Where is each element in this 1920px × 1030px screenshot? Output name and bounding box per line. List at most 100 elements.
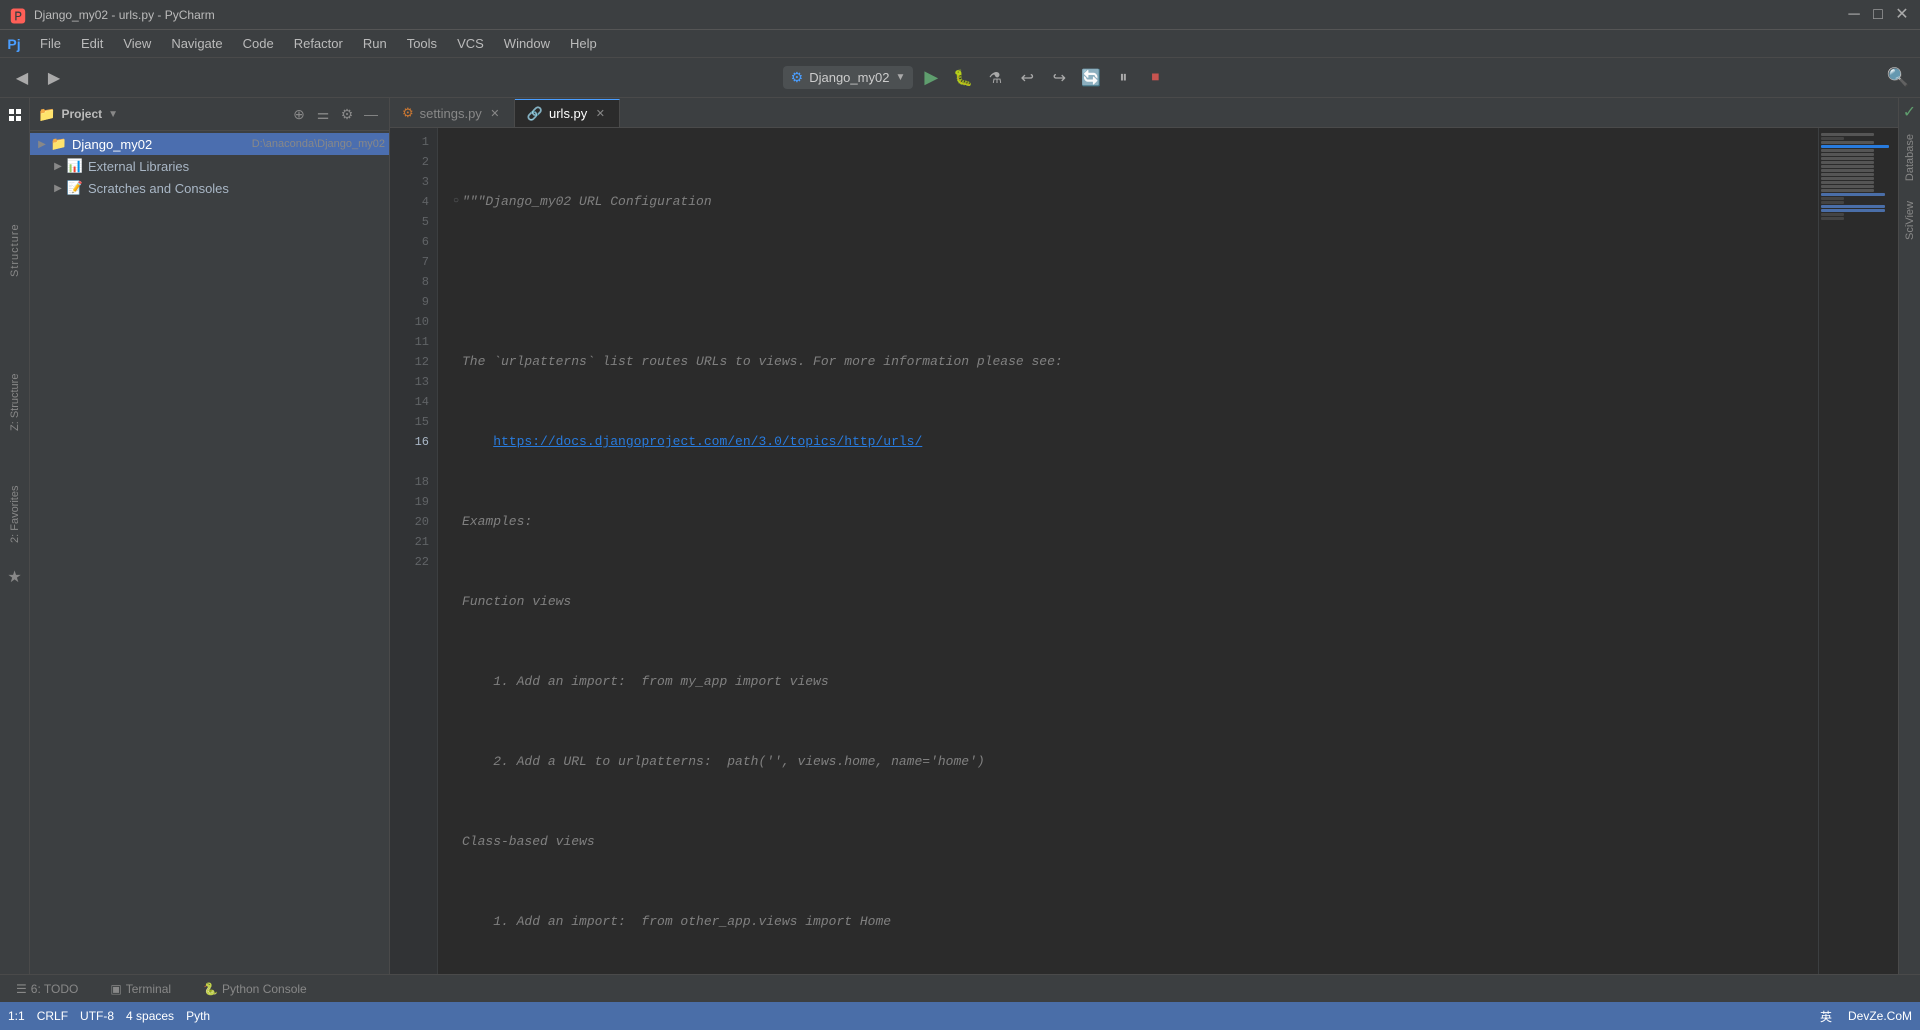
tree-label-django: Django_my02 (72, 137, 246, 152)
line-num-7: 7 (390, 252, 429, 272)
minimize-button[interactable]: ─ (1846, 7, 1862, 23)
run-button[interactable]: ▶ (917, 64, 945, 92)
debug-button[interactable]: 🐛 (949, 64, 977, 92)
tree-item-external-libs[interactable]: ▶ 📊 External Libraries (30, 155, 389, 177)
close-button[interactable]: ✕ (1894, 7, 1910, 23)
line-num-3: 3 (390, 172, 429, 192)
code-line-2 (450, 272, 1818, 292)
favorites-star-icon[interactable]: ★ (2, 564, 28, 590)
search-everywhere-button[interactable]: 🔍 (1884, 64, 1912, 92)
fold-gutter-1[interactable]: ○ (450, 192, 462, 212)
sidebar-locate-button[interactable]: ⊕ (289, 104, 309, 124)
menu-file[interactable]: File (30, 32, 71, 55)
folder-icon: 📁 (50, 135, 68, 153)
menu-window[interactable]: Window (494, 32, 560, 55)
code-line-10: 1. Add an import: from other_app.views i… (450, 912, 1818, 932)
menubar: Pj File Edit View Navigate Code Refactor… (0, 30, 1920, 58)
maximize-button[interactable]: □ (1870, 7, 1886, 23)
tab-bar: ⚙ settings.py ✕ 🔗 urls.py ✕ (390, 98, 1898, 128)
tab-settings-py[interactable]: ⚙ settings.py ✕ (390, 99, 515, 127)
run-config-arrow: ▼ (895, 72, 905, 83)
library-icon: 📊 (66, 157, 84, 175)
status-lang-icon[interactable]: 英 (1820, 1008, 1832, 1025)
menu-navigate[interactable]: Navigate (161, 32, 232, 55)
line-num-10: 10 (390, 312, 429, 332)
main-layout: Structure Z: Structure 2: Favorites ★ 📁 … (0, 98, 1920, 1002)
line-num-20: 20 (390, 512, 429, 532)
tab-close-settings[interactable]: ✕ (488, 106, 502, 120)
status-line-ending[interactable]: CRLF (37, 1009, 68, 1023)
bottom-tab-todo[interactable]: ☰ 6: TODO (8, 976, 86, 1002)
run-config-dropdown[interactable]: ⚙ Django_my02 ▼ (783, 66, 914, 89)
right-tab-sciview[interactable]: SciView (1902, 193, 1918, 248)
sidebar: 📁 Project ▼ ⊕ ⚌ ⚙ — ▶ 📁 Django_my02 D:\a… (30, 98, 390, 1002)
code-line-5: Examples: (450, 512, 1818, 532)
sidebar-collapse-button[interactable]: ⚌ (313, 104, 333, 124)
python-console-label: Python Console (222, 982, 307, 996)
menu-view[interactable]: View (113, 32, 161, 55)
code-line-7: 1. Add an import: from my_app import vie… (450, 672, 1818, 692)
window-title: Django_my02 - urls.py - PyCharm (34, 8, 215, 22)
app-logo: Pj (4, 34, 24, 54)
status-encoding[interactable]: UTF-8 (80, 1009, 114, 1023)
todo-label: 6: TODO (31, 982, 79, 996)
terminal-icon: ▣ (110, 982, 121, 996)
forward-button[interactable]: ↪ (1045, 64, 1073, 92)
line-num-21: 21 (390, 532, 429, 552)
run-with-coverage-button[interactable]: ⚗ (981, 64, 1009, 92)
menu-help[interactable]: Help (560, 32, 607, 55)
urls-file-icon: 🔗 (527, 106, 543, 122)
tab-urls-py[interactable]: 🔗 urls.py ✕ (515, 99, 620, 127)
toolbar-btn-1[interactable]: ◀ (8, 64, 36, 92)
settings-file-icon: ⚙ (402, 105, 414, 121)
sidebar-actions: ⊕ ⚌ ⚙ — (289, 104, 381, 124)
activity-2[interactable]: Z: Structure (4, 372, 26, 432)
line-num-16: 16 (390, 432, 429, 452)
tree-label-ext: External Libraries (88, 159, 385, 174)
stop-button[interactable]: ⏹ (1141, 64, 1169, 92)
activity-structure[interactable]: Structure (4, 210, 26, 290)
pause-button[interactable]: ⏸ (1109, 64, 1137, 92)
code-editor[interactable]: 1 2 3 4 5 6 7 8 9 10 11 12 13 14 15 16 1… (390, 128, 1898, 1002)
menu-edit[interactable]: Edit (71, 32, 113, 55)
activity-favorites[interactable]: 2: Favorites (4, 474, 26, 554)
code-line-9: Class-based views (450, 832, 1818, 852)
bottom-toolbar: ☰ 6: TODO ▣ Terminal 🐍 Python Console (0, 974, 1920, 1002)
menu-tools[interactable]: Tools (397, 32, 447, 55)
status-left: 1:1 CRLF UTF-8 4 spaces Pyth (8, 1009, 210, 1023)
toolbar-btn-2[interactable]: ▶ (40, 64, 68, 92)
titlebar: 🅿 Django_my02 - urls.py - PyCharm ─ □ ✕ (0, 0, 1920, 30)
status-position[interactable]: 1:1 (8, 1009, 25, 1023)
menu-code[interactable]: Code (233, 32, 284, 55)
tree-item-django-my02[interactable]: ▶ 📁 Django_my02 D:\anaconda\Django_my02 (30, 133, 389, 155)
menu-refactor[interactable]: Refactor (284, 32, 353, 55)
sidebar-header: 📁 Project ▼ ⊕ ⚌ ⚙ — (30, 98, 389, 131)
python-console-icon: 🐍 (203, 982, 218, 996)
line-num-1: 1 (390, 132, 429, 152)
sidebar-settings-button[interactable]: ⚙ (337, 104, 357, 124)
menu-vcs[interactable]: VCS (447, 32, 494, 55)
activity-project[interactable] (2, 102, 28, 128)
scratch-icon: 📝 (66, 179, 84, 197)
terminal-label: Terminal (126, 982, 171, 996)
bottom-tab-python-console[interactable]: 🐍 Python Console (195, 976, 315, 1002)
code-content[interactable]: ○ """Django_my02 URL Configuration The `… (438, 128, 1818, 1002)
line-num-6: 6 (390, 232, 429, 252)
code-line-1: ○ """Django_my02 URL Configuration (450, 192, 1818, 212)
line-num-17 (390, 452, 429, 472)
status-language[interactable]: Pyth (186, 1009, 210, 1023)
reload-button[interactable]: 🔄 (1077, 64, 1105, 92)
window-controls: ─ □ ✕ (1846, 7, 1910, 23)
back-button[interactable]: ↩ (1013, 64, 1041, 92)
status-indent[interactable]: 4 spaces (126, 1009, 174, 1023)
bottom-tab-terminal[interactable]: ▣ Terminal (102, 976, 179, 1002)
sidebar-title: 📁 Project ▼ (38, 106, 118, 123)
editor-area: ⚙ settings.py ✕ 🔗 urls.py ✕ 1 2 3 4 5 6 … (390, 98, 1898, 1002)
menu-run[interactable]: Run (353, 32, 397, 55)
right-tab-database[interactable]: Database (1902, 126, 1918, 189)
tab-close-urls[interactable]: ✕ (593, 107, 607, 121)
sidebar-hide-button[interactable]: — (361, 104, 381, 124)
activity-bar: Structure Z: Structure 2: Favorites ★ (0, 98, 30, 1002)
tab-label-settings: settings.py (420, 106, 482, 121)
tree-item-scratches[interactable]: ▶ 📝 Scratches and Consoles (30, 177, 389, 199)
